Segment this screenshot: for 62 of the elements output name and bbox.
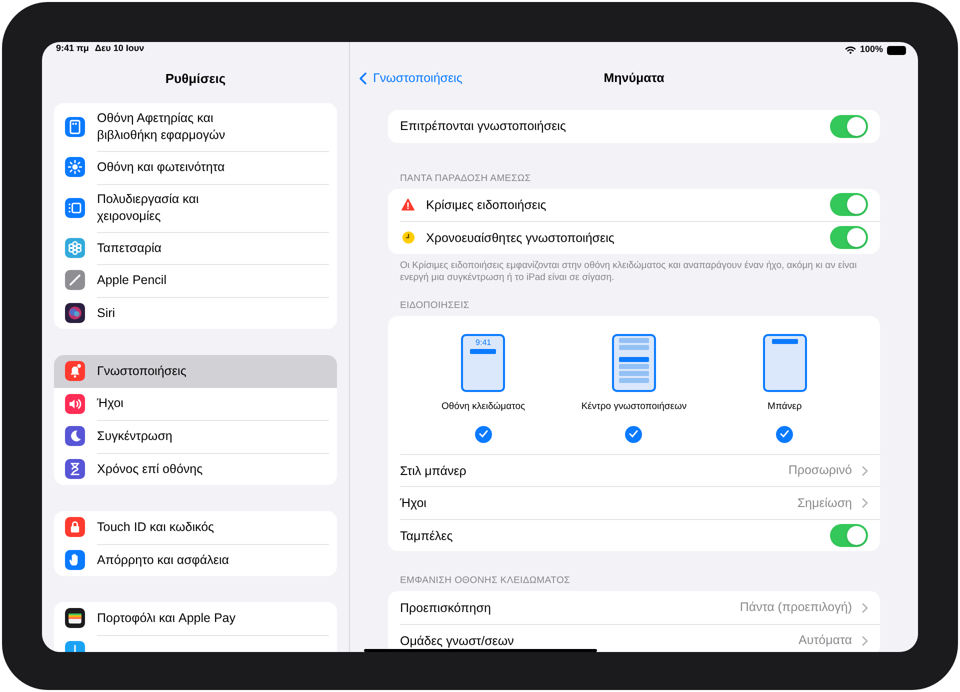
chevron-right-icon [862, 466, 868, 476]
footnote: Οι Κρίσιμες ειδοποιήσεις εμφανίζονται στην οθόνη κλειδώματος και αναπαράγουν έναν ήχο, ακόμη κι αν είναι ενεργή μια συγκέντρωση ή το iPad είναι σε σίγαση. [399, 260, 858, 284]
style-label: Μπάνερ [768, 400, 802, 414]
row-label: Ομάδες γνωστ/σεων [400, 634, 515, 648]
sun-icon [65, 157, 85, 178]
row-value: Προσωρινό [788, 462, 852, 480]
pencil-icon [65, 270, 85, 290]
status-time: 9:41 πμ [56, 42, 89, 55]
settings-row[interactable]: Κρίσιμες ειδοποιήσεις [400, 188, 880, 221]
warning-icon [401, 198, 415, 212]
row-value: Σημείωση [797, 494, 852, 512]
row-label: Ήχοι [400, 496, 428, 510]
multitasking-icon [65, 198, 85, 218]
settings-row[interactable]: Ταμπέλες [400, 518, 880, 552]
status-date: Δευ 10 Ιουν [94, 42, 144, 55]
page-title: Μηνύματα [604, 70, 664, 87]
banner-drawing [762, 334, 807, 392]
style-label: Κέντρο γνωστοποιήσεων [581, 400, 687, 414]
chevron-right-icon [862, 602, 868, 612]
row-label: Ταμπέλες [400, 528, 454, 542]
hourglass-icon [65, 458, 85, 479]
toggle-switch[interactable] [830, 193, 868, 216]
chevron-left-icon [359, 72, 367, 85]
settings-row[interactable]: Στιλ μπάνερ Προσωρινό [400, 454, 880, 486]
settings-row[interactable]: Χρονοευαίσθητες γνωστοποιήσεις [400, 221, 880, 254]
wallet-icon [65, 608, 85, 628]
sidebar-title: Ρυθμίσεις [165, 70, 226, 88]
settings-row[interactable]: Επιτρέπονται γνωστοποιήσεις [400, 110, 880, 142]
wifi-icon [844, 46, 856, 54]
toggle-switch[interactable] [830, 114, 868, 138]
speaker-icon [65, 394, 85, 414]
moon-icon [65, 426, 85, 446]
battery-percent: 100% [860, 43, 883, 56]
home-screen-icon [65, 117, 85, 137]
chevron-right-icon [862, 636, 868, 646]
row-label: Χρονοευαίσθητες γνωστοποιήσεις [426, 230, 616, 245]
chevron-right-icon [862, 498, 868, 508]
section-header: ΠΑΝΤΑ ΠΑΡΑΔΟΣΗ ΑΜΕΣΩΣ [399, 172, 532, 184]
flower-icon [65, 238, 85, 258]
toggle-switch[interactable] [830, 226, 868, 250]
row-value: Πάντα (προεπιλογή) [740, 599, 852, 616]
orb-icon [65, 302, 85, 323]
row-label: Προεπισκόπηση [400, 600, 492, 614]
row-label: Στιλ μπάνερ [400, 464, 468, 478]
notification-center-drawing [612, 334, 656, 392]
row-value: Αυτόματα [798, 632, 852, 650]
settings-row[interactable]: Προεπισκόπηση Πάντα (προεπιλογή) [400, 591, 880, 624]
battery-icon [887, 46, 906, 54]
clock-icon [402, 231, 414, 244]
row-label: Επιτρέπονται γνωστοποιήσεις [400, 119, 567, 134]
row-label: Κρίσιμες ειδοποιήσεις [426, 198, 548, 212]
back-button[interactable]: Γνωστοποιήσεις [359, 69, 462, 88]
section-header: ΕΙΔΟΠΟΙΗΣΕΙΣ [399, 300, 470, 312]
section-header: ΕΜΦΑΝΙΣΗ ΟΘΟΝΗΣ ΚΛΕΙΔΩΜΑΤΟΣ [399, 575, 572, 588]
hand-icon [65, 550, 85, 570]
clock-time: 9:41 [476, 338, 492, 346]
style-label: Οθόνη κλειδώματος [442, 400, 526, 414]
settings-row[interactable]: Ήχοι Σημείωση [400, 486, 880, 519]
toggle-switch[interactable] [830, 524, 868, 547]
bell-icon [65, 361, 85, 382]
sidebar-item[interactable]: Γνωστοποιήσεις [54, 355, 337, 388]
lock-icon [65, 517, 85, 538]
